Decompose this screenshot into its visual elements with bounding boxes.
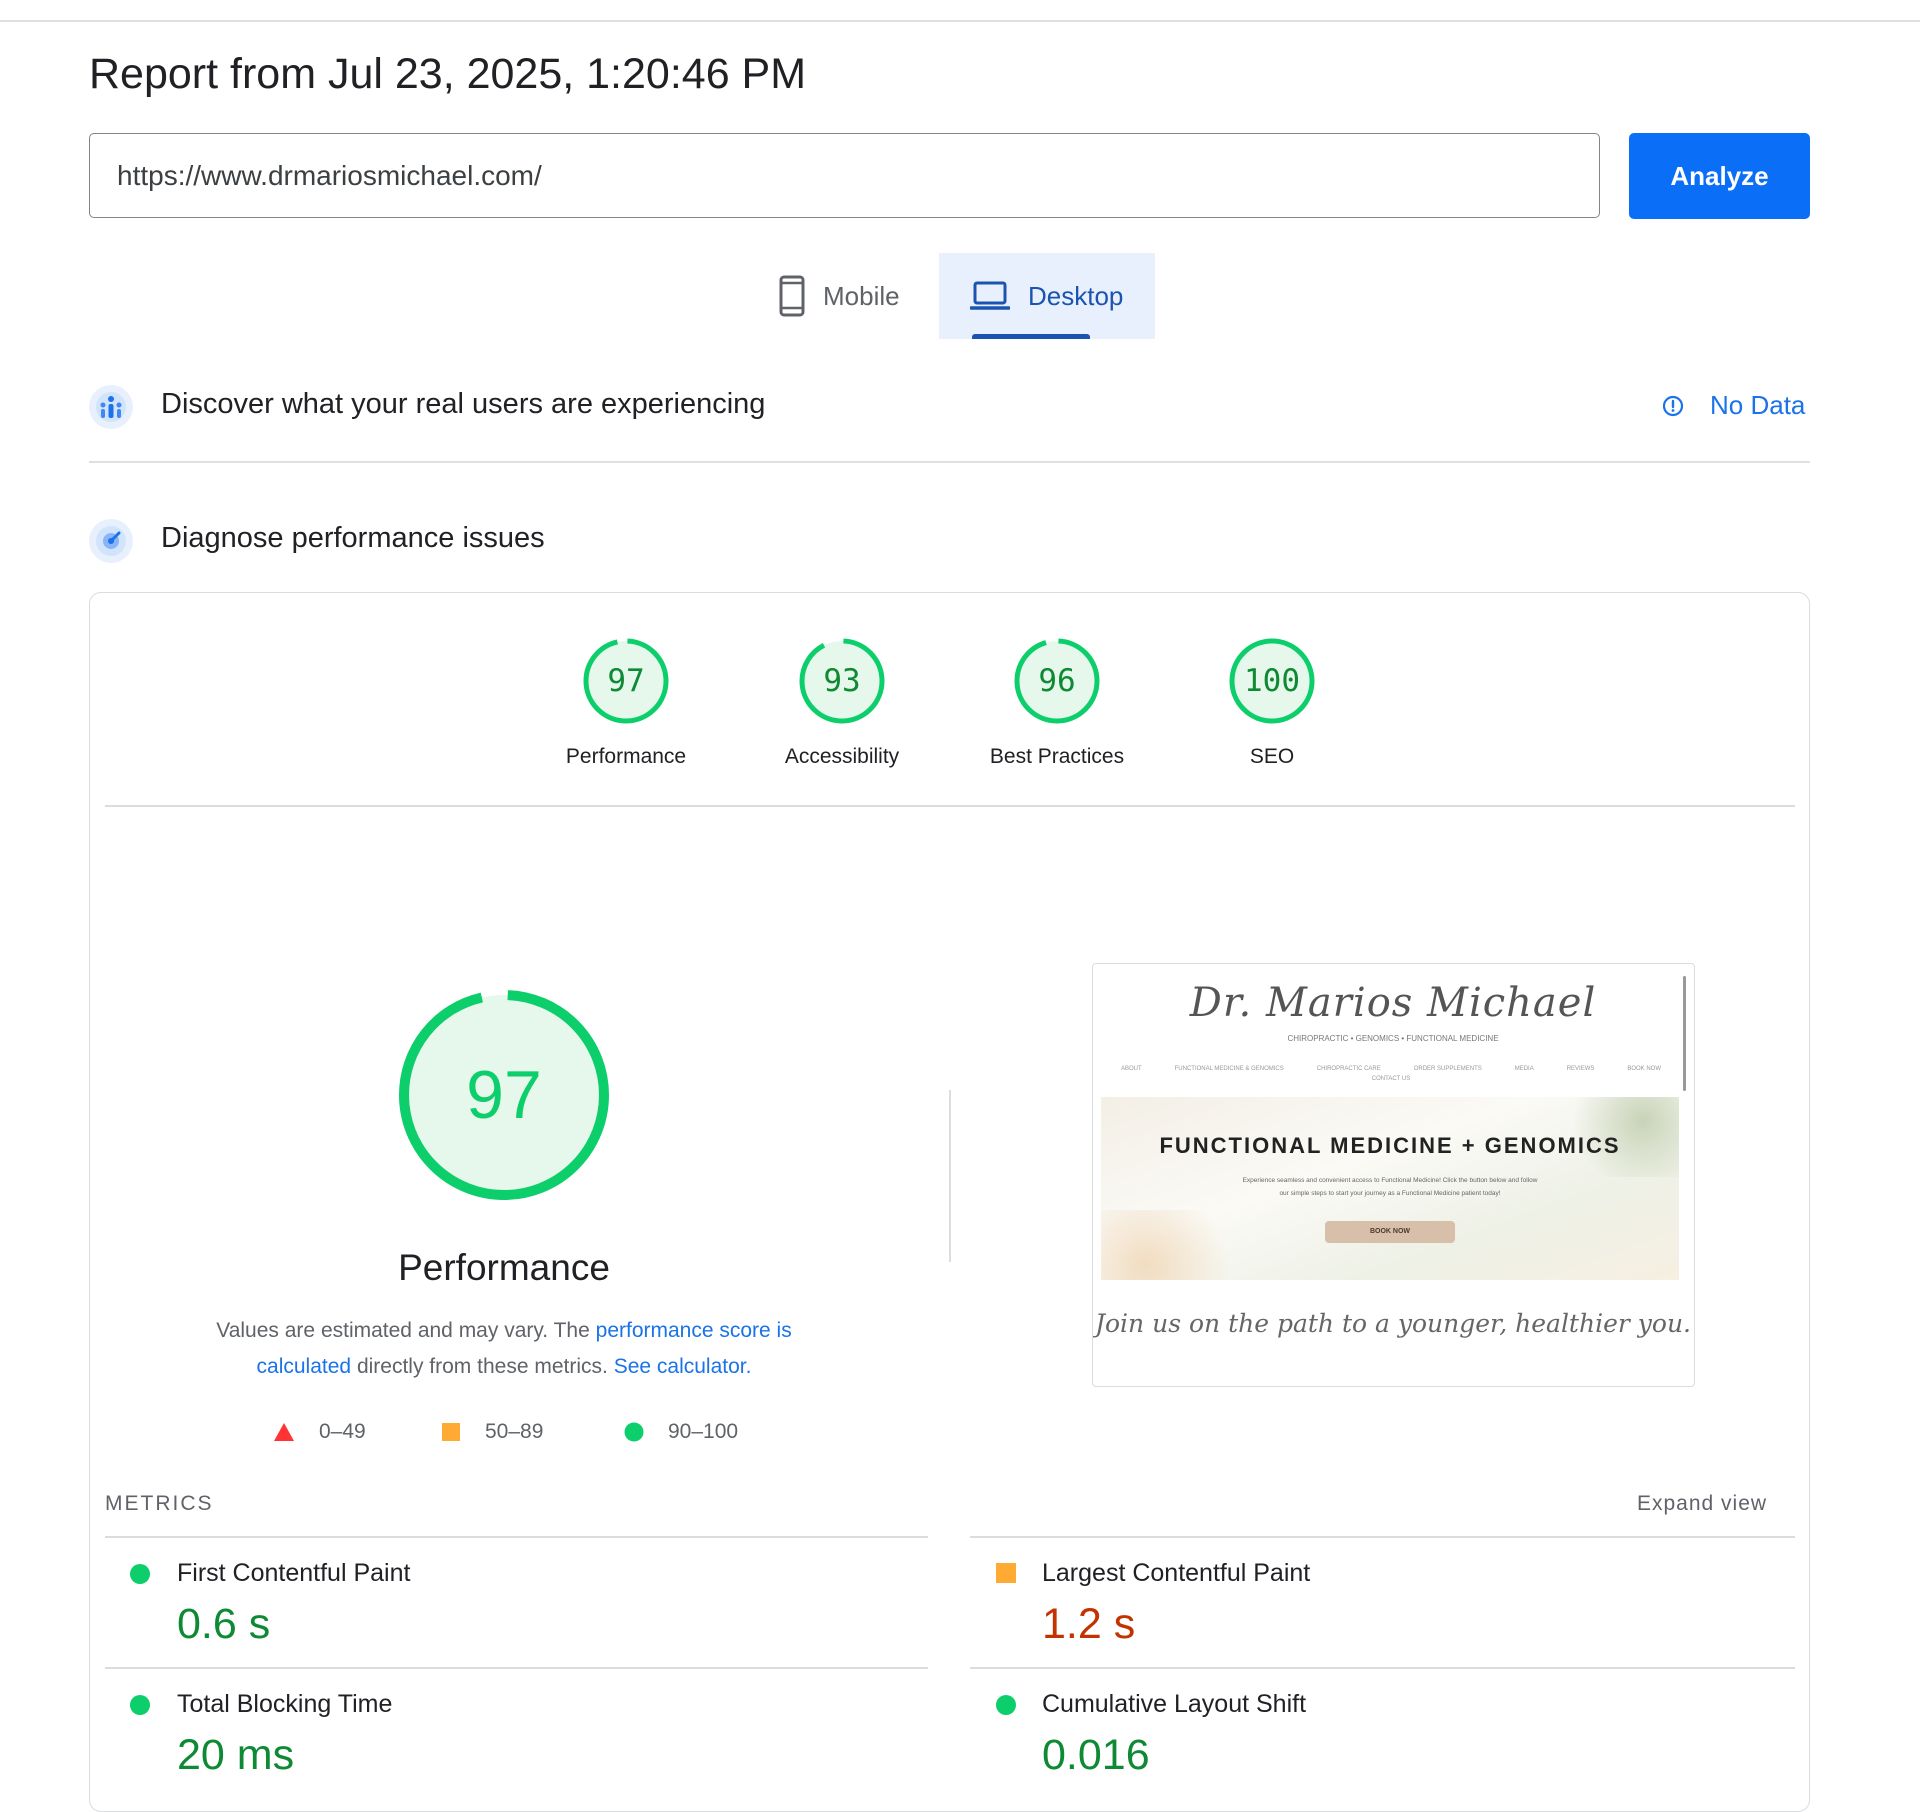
gauge-performance[interactable]: 97 [581,636,671,726]
nav-item: FUNCTIONAL MEDICINE & GENOMICS [1174,1066,1284,1072]
report-title: Report from Jul 23, 2025, 1:20:46 PM [89,50,807,98]
tab-mobile-label: Mobile [823,280,900,311]
gauge-score: 93 [823,663,861,699]
metrics-divider [105,1536,928,1538]
metric-fcp-label: First Contentful Paint [177,1559,411,1587]
info-icon [1662,395,1684,416]
legend-good: 90–100 [624,1420,738,1444]
gauge-seo[interactable]: 100 [1227,636,1317,726]
see-calculator-link[interactable]: See calculator. [614,1355,752,1378]
gauge-label-seo: SEO [1249,745,1295,768]
circle-icon [624,1422,644,1442]
nav-item: CHIROPRACTIC CARE [1316,1066,1381,1072]
legend-average-label: 50–89 [485,1420,544,1443]
nav-item: ABOUT [1121,1066,1142,1072]
good-indicator-icon [130,1695,150,1715]
performance-title: Performance [398,1247,610,1288]
gauge-label-accessibility: Accessibility [784,745,900,768]
triangle-icon [274,1423,294,1441]
gauge-accessibility[interactable]: 93 [797,636,887,726]
metric-cls-label: Cumulative Layout Shift [1042,1690,1307,1718]
screenshot-book-now-button: BOOK NOW [1325,1221,1455,1243]
desc-text-middle: directly from these metrics. [356,1355,608,1378]
screenshot-tagline: Join us on the path to a younger, health… [1094,1309,1691,1338]
nav-item: REVIEWS [1566,1066,1595,1072]
square-icon [442,1423,460,1441]
metrics-divider [105,1667,928,1669]
metrics-divider [970,1667,1795,1669]
mobile-phone-icon [779,275,805,317]
screenshot-hero: FUNCTIONAL MEDICINE + GENOMICS Experienc… [1101,1097,1679,1280]
section-divider [89,461,1810,463]
gauges-divider [105,805,1795,807]
metric-tbt-label: Total Blocking Time [177,1690,393,1718]
screenshot-hero-title: FUNCTIONAL MEDICINE + GENOMICS [1159,1133,1621,1158]
screenshot-scrollbar [1683,976,1686,1091]
average-indicator-icon [996,1563,1016,1583]
tab-desktop[interactable]: Desktop [939,253,1155,339]
url-input[interactable] [89,133,1600,218]
nav-item: ORDER SUPPLEMENTS [1413,1066,1482,1072]
gauge-best-practices[interactable]: 96 [1012,636,1102,726]
desc-text: Values are estimated and may vary. The [216,1319,590,1342]
gauge-score: 97 [607,663,645,699]
analyze-button[interactable]: Analyze [1629,133,1810,219]
metrics-heading: METRICS [105,1492,214,1515]
tab-desktop-label: Desktop [1028,280,1124,311]
legend-good-label: 90–100 [668,1420,739,1443]
screenshot-nav: ABOUT FUNCTIONAL MEDICINE & GENOMICS CHI… [1121,1066,1661,1082]
no-data-status[interactable]: No Data [1662,390,1805,421]
hero-flowers [1101,1210,1251,1280]
gauge-label-best-practices: Best Practices [989,745,1125,768]
diagnose-icon [89,519,133,563]
legend-poor-label: 0–49 [319,1420,366,1443]
performance-description: Values are estimated and may vary. The p… [170,1313,838,1385]
performance-score-large: 97 [466,1057,542,1133]
no-data-label: No Data [1710,390,1806,420]
screenshot-logo: Dr. Marios Michael [1189,980,1597,1026]
metric-tbt-value: 20 ms [177,1731,295,1779]
good-indicator-icon [996,1695,1016,1715]
page-screenshot: Dr. Marios Michael CHIROPRACTIC • GENOMI… [1092,963,1695,1387]
metric-lcp-value: 1.2 s [1042,1600,1136,1648]
laptop-icon [970,281,1010,310]
performance-gauge-large: 97 [396,987,612,1203]
metric-fcp-value: 0.6 s [177,1600,271,1648]
good-indicator-icon [130,1564,150,1584]
expand-view-button[interactable]: Expand view [1637,1492,1767,1516]
screenshot-hero-text-2: our simple steps to start your journey a… [1279,1190,1501,1197]
metric-cls-value: 0.016 [1042,1731,1150,1779]
metrics-divider [970,1536,1795,1538]
gauge-score: 96 [1038,663,1076,699]
nav-item: BOOK NOW [1627,1066,1661,1072]
screenshot-hero-text-1: Experience seamless and convenient acces… [1242,1177,1538,1184]
tab-selected-indicator [972,334,1090,339]
top-divider [0,20,1920,22]
tab-mobile[interactable]: Mobile [751,253,939,339]
legend-average: 50–89 [441,1420,543,1444]
legend-poor: 0–49 [273,1420,366,1444]
screenshot-logo-sub: CHIROPRACTIC • GENOMICS • FUNCTIONAL MED… [1287,1034,1499,1043]
real-users-title: Discover what your real users are experi… [161,388,766,420]
real-users-icon [89,385,133,429]
gauge-label-performance: Performance [565,745,687,768]
nav-item: CONTACT US [1371,1076,1411,1082]
nav-item: MEDIA [1514,1066,1534,1072]
diagnose-title: Diagnose performance issues [161,522,545,554]
vertical-divider [949,1090,951,1262]
metric-lcp-label: Largest Contentful Paint [1042,1559,1311,1587]
gauge-score: 100 [1244,663,1300,699]
